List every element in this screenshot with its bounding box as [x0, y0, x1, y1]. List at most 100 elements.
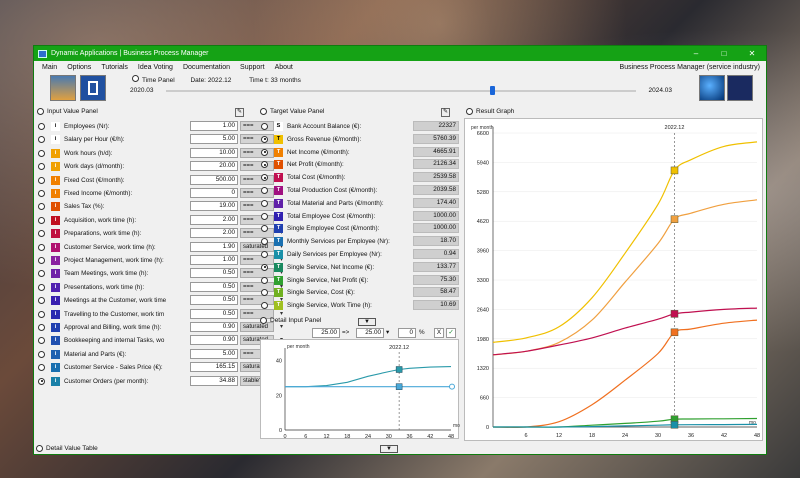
target-select-radio[interactable]	[261, 135, 268, 143]
input-select-radio[interactable]	[38, 310, 45, 318]
result-series-3-marker[interactable]	[670, 328, 679, 337]
target-select-radio[interactable]	[261, 174, 268, 182]
menu-about[interactable]: About	[275, 64, 293, 71]
target-select-radio[interactable]	[261, 238, 268, 246]
input-select-radio[interactable]	[38, 190, 45, 197]
detail-collapse-button[interactable]: ▼	[358, 318, 376, 326]
close-button[interactable]: ✕	[738, 49, 766, 58]
edit-pencil-icon[interactable]: ✎	[441, 108, 450, 117]
maximize-button[interactable]: □	[710, 49, 738, 58]
detail-from-field[interactable]: 25.00	[312, 328, 340, 338]
result-series-1-marker[interactable]	[670, 215, 679, 223]
detail-pct-field[interactable]: 0	[398, 328, 416, 338]
input-panel-toggle-icon[interactable]	[37, 108, 44, 115]
input-value-field[interactable]: 1.00	[190, 121, 238, 131]
end-handle-icon[interactable]	[449, 383, 455, 390]
detail-table-toggle-icon[interactable]	[36, 445, 43, 452]
target-select-radio[interactable]	[261, 302, 268, 310]
input-value-field[interactable]: 0.90	[190, 322, 238, 332]
detail-apply-button[interactable]: ✓	[446, 328, 456, 338]
time-panel-toggle-icon[interactable]	[132, 75, 139, 82]
target-select-radio[interactable]	[261, 276, 268, 284]
minimize-button[interactable]: –	[682, 49, 710, 58]
menu-options[interactable]: Options	[67, 64, 91, 71]
menu-tutorials[interactable]: Tutorials	[101, 64, 128, 71]
menu-idea-voting[interactable]: Idea Voting	[138, 64, 173, 71]
input-value-field[interactable]: 0	[190, 188, 238, 198]
input-value-field[interactable]: 2.00	[190, 214, 238, 225]
input-select-radio[interactable]	[38, 337, 45, 345]
detail-cancel-button[interactable]: X	[434, 328, 444, 338]
detail-table-expand-button[interactable]: ▼	[380, 445, 398, 453]
time-slider[interactable]	[166, 86, 636, 95]
target-select-radio[interactable]	[261, 123, 268, 130]
target-select-radio[interactable]	[261, 199, 268, 207]
input-select-radio[interactable]	[38, 230, 45, 238]
input-value-field[interactable]: 1.90	[190, 241, 238, 252]
input-value-field[interactable]: 10.00	[190, 147, 238, 158]
detail-to-field[interactable]: 25.00	[356, 328, 384, 338]
input-select-radio[interactable]	[38, 123, 45, 130]
detail-panel-toggle-icon[interactable]	[260, 317, 267, 324]
input-value-field[interactable]: 500.00	[190, 174, 238, 185]
exit-door-icon[interactable]	[80, 75, 106, 101]
target-select-radio[interactable]	[261, 212, 268, 220]
input-value-field[interactable]: 0.50	[190, 268, 238, 279]
target-panel-toggle-icon[interactable]	[260, 108, 267, 115]
target-select-radio[interactable]	[261, 161, 268, 169]
input-value-field[interactable]: 2.00	[190, 228, 238, 239]
target-select-radio[interactable]	[261, 289, 268, 297]
globe-icon[interactable]	[699, 75, 725, 101]
input-select-radio[interactable]	[38, 136, 45, 144]
detail-series-1-marker[interactable]	[395, 383, 403, 390]
input-value-field[interactable]: 5.00	[190, 348, 238, 359]
input-select-radio[interactable]	[38, 297, 45, 305]
input-value-field[interactable]: 0.50	[190, 295, 238, 306]
input-value-field[interactable]: 0.50	[190, 281, 238, 292]
input-value-field[interactable]: 19.00	[190, 201, 238, 212]
input-select-radio[interactable]	[38, 377, 45, 385]
gears-icon[interactable]	[727, 75, 753, 101]
input-select-radio[interactable]	[38, 243, 45, 251]
target-label: Bank Account Balance (€):	[287, 123, 362, 130]
input-select-radio[interactable]	[38, 216, 45, 224]
detail-dropdown-icon[interactable]: ▾	[386, 329, 389, 336]
result-series-0-marker[interactable]	[670, 166, 679, 175]
input-select-radio[interactable]	[38, 203, 45, 211]
input-value-field[interactable]: 0.50	[190, 308, 238, 319]
target-value-field: 5760.39	[413, 133, 459, 144]
input-value-field[interactable]: 5.00	[190, 134, 238, 145]
input-select-radio[interactable]	[38, 283, 45, 291]
input-value-field[interactable]: 0.90	[190, 335, 238, 346]
menu-support[interactable]: Support	[240, 64, 265, 71]
result-series-2-marker[interactable]	[670, 310, 679, 318]
target-select-radio[interactable]	[261, 187, 268, 194]
target-select-radio[interactable]	[261, 148, 268, 156]
input-value-field[interactable]: 34.88	[190, 375, 238, 386]
input-select-radio[interactable]	[38, 324, 45, 331]
result-series-5-marker[interactable]	[670, 421, 679, 429]
input-value-field[interactable]: 165.15	[190, 362, 238, 373]
target-select-radio[interactable]	[261, 263, 268, 271]
input-select-radio[interactable]	[38, 257, 45, 264]
result-chart[interactable]: per month0660132019802640330039604620528…	[465, 119, 764, 442]
menu-documentation[interactable]: Documentation	[183, 64, 230, 71]
edit-pencil-icon[interactable]: ✎	[235, 108, 244, 117]
input-select-radio[interactable]	[38, 350, 45, 358]
menu-main[interactable]: Main	[42, 64, 57, 71]
input-select-radio[interactable]	[38, 163, 45, 171]
input-select-radio[interactable]	[38, 270, 45, 278]
input-select-radio[interactable]	[38, 364, 45, 372]
input-value-field[interactable]: 20.00	[190, 161, 238, 172]
input-value-field[interactable]: 1.00	[190, 255, 238, 265]
detail-chart[interactable]: per month 0 6 12 18 24 30 36 42 48 mo 0 20 40 2022.12	[261, 340, 460, 440]
landscape-icon[interactable]	[50, 75, 76, 101]
target-select-radio[interactable]	[261, 251, 268, 258]
result-panel-toggle-icon[interactable]	[466, 108, 473, 115]
target-value-field: 174.40	[413, 197, 459, 208]
detail-series-0-marker[interactable]	[395, 366, 403, 373]
input-select-radio[interactable]	[38, 149, 45, 157]
input-select-radio[interactable]	[38, 176, 45, 184]
time-slider-thumb[interactable]	[490, 86, 496, 95]
target-select-radio[interactable]	[261, 225, 268, 233]
